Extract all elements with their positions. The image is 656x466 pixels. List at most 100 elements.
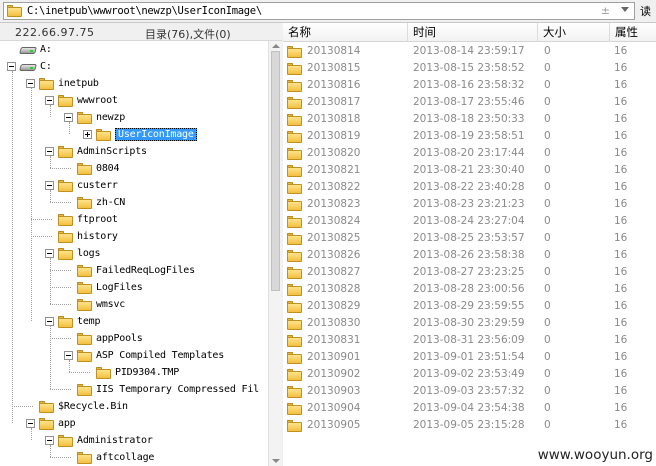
tree-item[interactable]: history: [58, 228, 118, 245]
item-attr: 16: [614, 79, 628, 91]
tree-item[interactable]: LogFiles: [77, 279, 143, 296]
collapse-icon[interactable]: [45, 436, 54, 445]
tree-item[interactable]: aftcollage: [77, 449, 154, 466]
tree-item[interactable]: appPools: [77, 330, 143, 347]
tree-item-label: app: [58, 418, 76, 429]
tree-item[interactable]: temp: [58, 313, 100, 330]
collapse-icon[interactable]: [45, 249, 54, 258]
item-size: 0: [544, 215, 551, 227]
list-item[interactable]: 20130824 2013-08-24 23:27:04 0 16: [283, 213, 656, 230]
list-item[interactable]: 20130823 2013-08-23 23:21:23 0 16: [283, 196, 656, 213]
tree-item[interactable]: C:: [19, 58, 52, 75]
collapse-icon[interactable]: [26, 79, 35, 88]
tree-item[interactable]: logs: [58, 245, 100, 262]
folder-icon: [58, 247, 73, 260]
tree-item[interactable]: PID9304.TMP: [96, 364, 179, 381]
tree-item[interactable]: UserIconImage: [96, 126, 197, 143]
list-item[interactable]: 20130830 2013-08-30 23:29:59 0 16: [283, 315, 656, 332]
path-input[interactable]: C:\inetpub\wwwroot\newzp\UserIconImage\ …: [3, 2, 635, 20]
list-item[interactable]: 20130905 2013-09-05 23:15:28 0 16: [283, 417, 656, 434]
item-name: 20130901: [307, 351, 361, 363]
collapse-icon[interactable]: [26, 419, 35, 428]
folder-icon: [287, 97, 302, 109]
collapse-icon[interactable]: [45, 181, 54, 190]
collapse-icon[interactable]: [64, 113, 73, 122]
item-name: 20130827: [307, 266, 361, 278]
tree-connector: [31, 219, 52, 220]
tree-item-label: wwwroot: [77, 95, 118, 106]
folder-tree[interactable]: A: C: inetpub wwwroot newzp UserIconImage Admi…: [0, 41, 268, 466]
list-item[interactable]: 20130826 2013-08-26 23:58:38 0 16: [283, 247, 656, 264]
list-item[interactable]: 20130902 2013-09-02 23:53:49 0 16: [283, 366, 656, 383]
list-item[interactable]: 20130817 2013-08-17 23:55:46 0 16: [283, 94, 656, 111]
tree-item[interactable]: $Recycle.Bin: [39, 398, 128, 415]
chevron-down-icon[interactable]: [621, 7, 629, 12]
column-header-time[interactable]: 时间: [408, 23, 538, 42]
list-item[interactable]: 20130901 2013-09-01 23:51:54 0 16: [283, 349, 656, 366]
tree-connector: [31, 88, 32, 321]
list-item[interactable]: 20130904 2013-09-04 23:54:38 0 16: [283, 400, 656, 417]
folder-icon: [287, 63, 302, 75]
list-item[interactable]: 20130819 2013-08-19 23:58:51 0 16: [283, 128, 656, 145]
item-size: 0: [544, 351, 551, 363]
tree-scrollbar[interactable]: [268, 41, 282, 466]
list-item[interactable]: 20130822 2013-08-22 23:40:28 0 16: [283, 179, 656, 196]
collapse-icon[interactable]: [45, 96, 54, 105]
list-item[interactable]: 20130816 2013-08-16 23:58:32 0 16: [283, 77, 656, 94]
tree-item[interactable]: ftproot: [58, 211, 118, 228]
folder-icon: [77, 264, 92, 277]
item-attr: 16: [614, 62, 628, 74]
list-item[interactable]: 20130814 2013-08-14 23:59:17 0 16: [283, 43, 656, 60]
read-button[interactable]: 读: [640, 3, 656, 21]
list-item[interactable]: 20130903 2013-09-03 23:57:32 0 16: [283, 383, 656, 400]
scroll-thumb[interactable]: [271, 51, 280, 291]
list-item[interactable]: 20130831 2013-08-31 23:56:09 0 16: [283, 332, 656, 349]
list-item[interactable]: 20130825 2013-08-25 23:53:57 0 16: [283, 230, 656, 247]
tree-item[interactable]: wmsvc: [77, 296, 125, 313]
tree-item[interactable]: A:: [19, 41, 52, 58]
tree-item[interactable]: AdminScripts: [58, 143, 147, 160]
tree-item[interactable]: IIS Temporary Compressed Fil: [77, 381, 259, 398]
tree-item[interactable]: newzp: [77, 109, 125, 126]
item-name: 20130814: [307, 45, 361, 57]
tree-item[interactable]: zh-CN: [77, 194, 125, 211]
path-text: C:\inetpub\wwwroot\newzp\UserIconImage\: [27, 5, 262, 17]
list-item[interactable]: 20130815 2013-08-15 23:58:52 0 16: [283, 60, 656, 77]
tree-item[interactable]: 0804: [77, 160, 119, 177]
folder-icon: [58, 230, 73, 243]
plus-minus-icon[interactable]: ±: [601, 4, 610, 17]
tree-item[interactable]: Administrator: [58, 432, 153, 449]
folder-icon: [77, 349, 92, 362]
tree-item[interactable]: custerr: [58, 177, 118, 194]
list-item[interactable]: 20130827 2013-08-27 23:23:25 0 16: [283, 264, 656, 281]
item-size: 0: [544, 164, 551, 176]
list-item[interactable]: 20130829 2013-08-29 23:59:55 0 16: [283, 298, 656, 315]
folder-icon: [77, 298, 92, 311]
column-header-name[interactable]: 名称: [283, 23, 408, 42]
tree-item[interactable]: app: [39, 415, 76, 432]
collapse-icon[interactable]: [45, 147, 54, 156]
collapse-icon[interactable]: [45, 317, 54, 326]
folder-icon: [287, 301, 302, 313]
tree-item-label: 0804: [96, 163, 120, 174]
tree-item[interactable]: wwwroot: [58, 92, 118, 109]
scroll-down-icon[interactable]: [272, 459, 280, 463]
scroll-up-icon[interactable]: [272, 44, 280, 48]
list-item[interactable]: 20130821 2013-08-21 23:30:40 0 16: [283, 162, 656, 179]
tree-item[interactable]: ASP Compiled Templates: [77, 347, 224, 364]
list-item[interactable]: 20130828 2013-08-28 23:00:56 0 16: [283, 281, 656, 298]
expand-icon[interactable]: [83, 130, 92, 139]
tree-item-label: logs: [77, 248, 101, 259]
folder-icon: [77, 383, 92, 396]
item-size: 0: [544, 113, 551, 125]
list-item[interactable]: 20130818 2013-08-18 23:50:33 0 16: [283, 111, 656, 128]
collapse-icon[interactable]: [64, 351, 73, 360]
tree-item[interactable]: FailedReqLogFiles: [77, 262, 195, 279]
folder-icon: [287, 403, 302, 415]
list-item[interactable]: 20130820 2013-08-20 23:17:44 0 16: [283, 145, 656, 162]
column-header-size[interactable]: 大小: [538, 23, 610, 42]
collapse-icon[interactable]: [7, 62, 16, 71]
tree-item[interactable]: inetpub: [39, 75, 99, 92]
column-header-attr[interactable]: 属性: [610, 23, 656, 42]
tree-item-label: zh-CN: [96, 197, 126, 208]
